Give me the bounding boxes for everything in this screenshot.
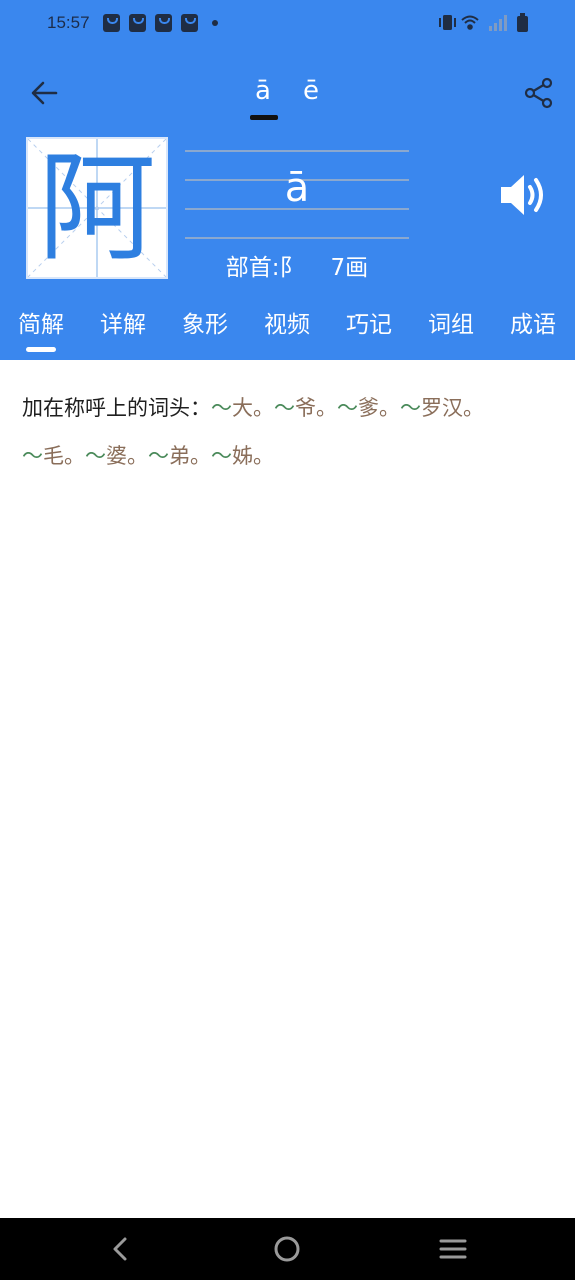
- strokes-label: 7画: [330, 255, 369, 281]
- example-word: 爹: [358, 396, 379, 420]
- share-icon[interactable]: [521, 75, 557, 111]
- definition-text: 加在称呼上的词头：～大。～爷。～爹。～罗汉。 ～毛。～婆。～弟。～姊。: [22, 384, 552, 480]
- tilde-mark: ～: [211, 396, 232, 420]
- pinyin-tab-a[interactable]: ā: [255, 76, 271, 106]
- tab-indicator: [26, 347, 56, 352]
- radical-strokes-info: 部首:阝 7画: [185, 248, 409, 282]
- tilde-mark: ～: [85, 444, 106, 468]
- separator: 。: [190, 444, 211, 468]
- tilde-mark: ～: [211, 444, 232, 468]
- character-grid-box: 阿: [26, 137, 168, 279]
- example-word: 爷: [295, 396, 316, 420]
- tab-idioms[interactable]: 成语: [510, 305, 556, 339]
- tilde-mark: ～: [400, 396, 421, 420]
- shopping-bag-icon: [181, 14, 198, 32]
- tab-mnemonic[interactable]: 巧记: [346, 305, 392, 339]
- pinyin-tab-e[interactable]: ē: [303, 76, 319, 106]
- more-notifications-dot: [212, 20, 218, 26]
- tab-phrases[interactable]: 词组: [428, 305, 474, 339]
- system-status-icons: [439, 13, 528, 32]
- separator: 。: [253, 396, 274, 420]
- tilde-mark: ～: [22, 444, 43, 468]
- shopping-bag-icon: [103, 14, 120, 32]
- example-word: 罗汉: [421, 396, 463, 420]
- wifi-icon: [461, 15, 479, 30]
- tab-brief[interactable]: 简解: [18, 305, 64, 339]
- tab-pictograph[interactable]: 象形: [182, 305, 228, 339]
- tab-detail[interactable]: 详解: [100, 305, 146, 339]
- pinyin-tab-indicator: [250, 115, 278, 120]
- separator: 。: [253, 444, 274, 468]
- signal-icon: [489, 15, 507, 31]
- vibrate-icon: [439, 15, 456, 30]
- separator: 。: [64, 444, 85, 468]
- nav-menu-icon[interactable]: [435, 1231, 471, 1267]
- speaker-icon[interactable]: [497, 168, 551, 222]
- tab-video[interactable]: 视频: [264, 305, 310, 339]
- battery-icon: [517, 13, 528, 32]
- nav-home-icon[interactable]: [269, 1231, 305, 1267]
- shopping-bag-icon: [129, 14, 146, 32]
- tilde-mark: ～: [337, 396, 358, 420]
- definition-intro: 加在称呼上的词头：: [22, 396, 211, 420]
- header: 15:57 ā ē 阿 ā 部首:阝 7画 简解 详解 象形 视频 巧记 词组 …: [0, 0, 575, 360]
- separator: 。: [316, 396, 337, 420]
- back-arrow-icon[interactable]: [26, 74, 64, 112]
- separator: 。: [379, 396, 400, 420]
- status-time: 15:57: [47, 13, 90, 32]
- example-word: 大: [232, 396, 253, 420]
- character-pinyin: ā: [284, 165, 310, 211]
- example-word: 姊: [232, 444, 253, 468]
- example-word: 毛: [43, 444, 64, 468]
- radical-label: 部首:阝: [225, 255, 303, 281]
- example-word: 婆: [106, 444, 127, 468]
- nav-back-icon[interactable]: [103, 1231, 139, 1267]
- example-word: 弟: [169, 444, 190, 468]
- system-navigation-bar: [0, 1218, 575, 1280]
- character-glyph: 阿: [37, 139, 156, 277]
- separator: 。: [463, 396, 484, 420]
- shopping-bag-icon: [155, 14, 172, 32]
- separator: 。: [127, 444, 148, 468]
- tilde-mark: ～: [148, 444, 169, 468]
- tilde-mark: ～: [274, 396, 295, 420]
